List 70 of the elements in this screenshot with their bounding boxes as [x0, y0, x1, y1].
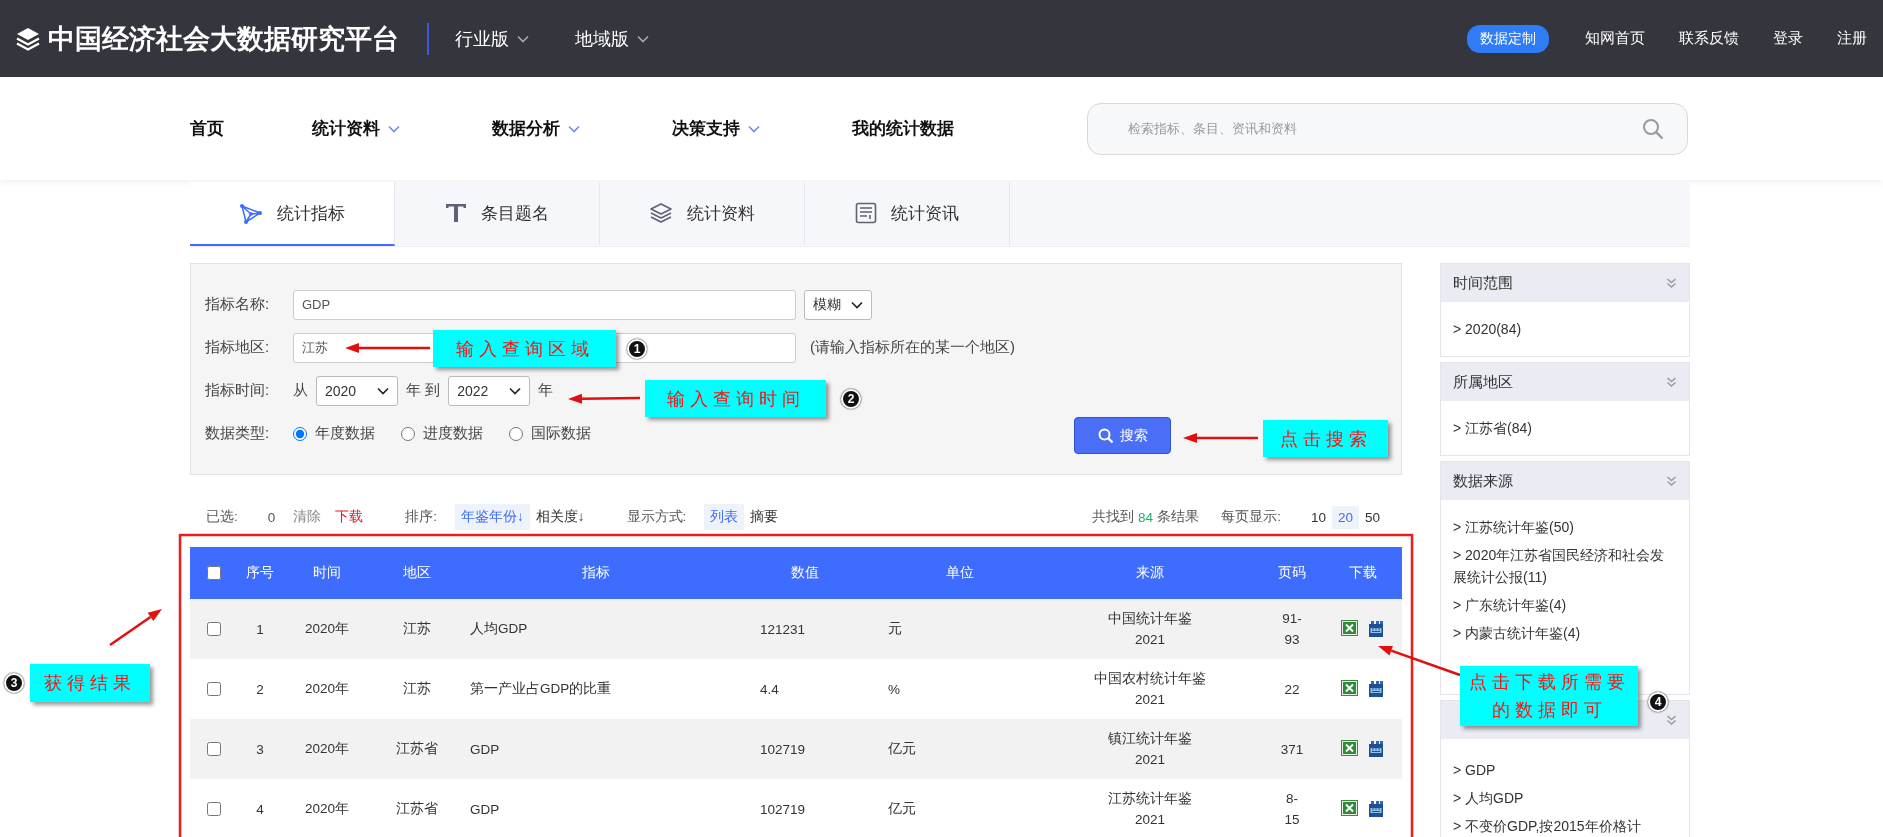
table-cell-text: 371 — [1279, 740, 1305, 759]
table-cell-text: % — [887, 681, 901, 697]
table-cell-text: 亿元 — [887, 740, 917, 758]
column-header: 时间 — [313, 564, 341, 582]
table-cell-text: 1 — [255, 621, 265, 637]
table-cell-text: 第一产业占GDP的比重 — [469, 680, 613, 698]
column-header: 下载 — [1349, 564, 1377, 582]
table-cell-text: 2020年 — [303, 680, 350, 698]
table-cell-text: 江苏省 — [395, 800, 439, 818]
result-label: 条结果 — [1157, 508, 1200, 526]
result-count: 84 — [1138, 509, 1154, 525]
column-header: 地区 — [403, 564, 431, 582]
table-cell-text: 镇江统计年鉴 2021 — [1107, 730, 1193, 769]
table-cell-text: 中国统计年鉴 2021 — [1107, 610, 1193, 649]
table-cell-text: 2020年 — [303, 620, 350, 638]
table-cell-text: 3 — [255, 741, 265, 757]
field-label: 指标时间: — [205, 381, 271, 400]
table-cell-text: 江苏 — [402, 620, 432, 638]
field-hint: (请输入指标所在的某一个地区) — [810, 338, 1015, 357]
column-header: 数值 — [791, 564, 819, 582]
radio-label: 国际数据 — [531, 424, 591, 443]
column-header: 来源 — [1136, 564, 1164, 582]
panel-title: 时间范围 — [1453, 273, 1513, 293]
table-cell-text: 8- 15 — [1283, 790, 1301, 829]
table-cell-text: 4.4 — [759, 681, 780, 697]
table-cell-text: GDP — [469, 801, 501, 817]
table-cell-text: 人均GDP — [469, 620, 529, 638]
callout-tooltip: 输入查询区域 — [433, 330, 616, 367]
table-cell-text: 4 — [255, 801, 265, 817]
callout-tooltip: 输入查询时间 — [645, 380, 826, 417]
field-label: 年 — [538, 381, 554, 400]
callout-tooltip: 获得结果 — [30, 664, 150, 702]
table-cell-text: 2 — [255, 681, 265, 697]
table-cell-text: 亿元 — [887, 800, 917, 818]
column-header: 指标 — [582, 564, 610, 582]
field-label: 数据类型: — [205, 424, 271, 443]
selected-count: 0 — [267, 509, 276, 525]
table-cell-text: 91- 93 — [1281, 610, 1303, 649]
column-header: 单位 — [946, 564, 974, 582]
result-label: 共找到 — [1092, 508, 1135, 526]
table-cell-text: 121231 — [759, 621, 807, 637]
table-cell-text: 22 — [1283, 680, 1301, 699]
table-cell-text: GDP — [469, 741, 501, 757]
panel-title: 所属地区 — [1453, 372, 1513, 392]
filter-label: 已选: — [206, 508, 238, 526]
table-cell-text: 102719 — [759, 801, 807, 817]
radio-label: 年度数据 — [315, 424, 375, 443]
table-cell-text: 江苏统计年鉴 2021 — [1107, 790, 1193, 829]
panel-title: 数据来源 — [1453, 471, 1513, 491]
field-label: 指标地区: — [205, 338, 271, 357]
callout-tooltip: 点击搜索 — [1263, 420, 1388, 457]
step-number: 3 — [4, 673, 24, 693]
table-cell-text: 元 — [887, 620, 903, 638]
table-cell-text: 中国农村统计年鉴 2021 — [1093, 670, 1207, 709]
filter-label: 每页显示: — [1221, 508, 1281, 526]
table-cell-text: 102719 — [759, 741, 807, 757]
column-header: 页码 — [1278, 564, 1306, 582]
table-cell-text: 2020年 — [303, 800, 350, 818]
step-number: 4 — [1648, 692, 1668, 712]
filter-label: 显示方式: — [626, 508, 687, 526]
field-label: 从 — [293, 381, 308, 400]
radio-label: 进度数据 — [423, 424, 483, 443]
callout-tooltip: 点击下载所需要的数据即可 — [1460, 666, 1638, 726]
filter-label: 排序: — [405, 508, 438, 526]
table-cell-text: 2020年 — [303, 740, 350, 758]
column-header: 序号 — [246, 564, 274, 582]
field-label: 年 到 — [406, 381, 441, 400]
table-cell-text: 江苏 — [402, 680, 432, 698]
field-label: 指标名称: — [205, 295, 271, 314]
table-cell-text: 江苏省 — [395, 740, 439, 758]
